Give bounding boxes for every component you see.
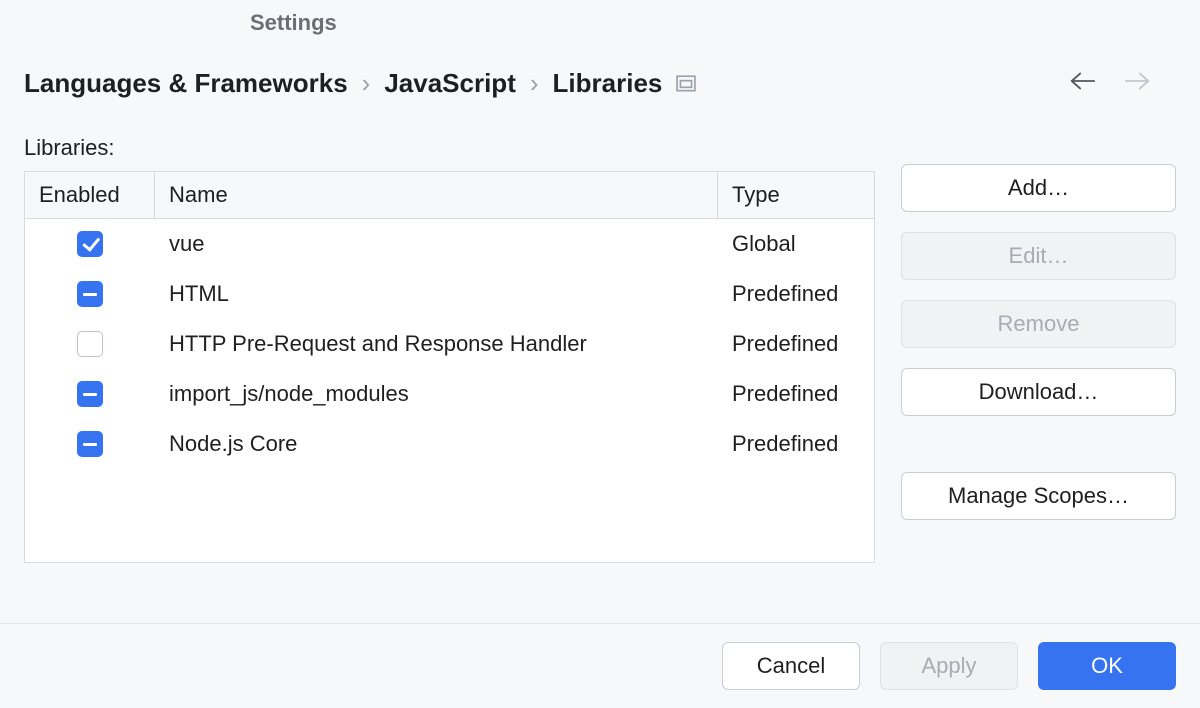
manage-scopes-button[interactable]: Manage Scopes… <box>901 472 1176 520</box>
cell-name: HTML <box>155 271 718 317</box>
download-button[interactable]: Download… <box>901 368 1176 416</box>
col-header-type[interactable]: Type <box>718 172 874 218</box>
breadcrumb-libraries[interactable]: Libraries <box>553 68 663 99</box>
enabled-checkbox[interactable] <box>77 381 103 407</box>
cell-type: Predefined <box>718 321 874 367</box>
breadcrumb-languages-frameworks[interactable]: Languages & Frameworks <box>24 68 348 99</box>
col-header-enabled[interactable]: Enabled <box>25 172 155 218</box>
cell-type: Predefined <box>718 421 874 467</box>
cell-name: Node.js Core <box>155 421 718 467</box>
libraries-table: Enabled Name Type vueGlobalHTMLPredefine… <box>24 171 875 563</box>
nav-back-button[interactable] <box>1068 70 1096 98</box>
nav-forward-button <box>1124 70 1152 98</box>
table-row[interactable]: vueGlobal <box>25 219 874 269</box>
cell-enabled <box>25 221 155 267</box>
cell-name: HTTP Pre-Request and Response Handler <box>155 321 718 367</box>
cell-name: import_js/node_modules <box>155 371 718 417</box>
enabled-checkbox[interactable] <box>77 281 103 307</box>
enabled-checkbox[interactable] <box>77 431 103 457</box>
cell-enabled <box>25 321 155 367</box>
cell-enabled <box>25 271 155 317</box>
breadcrumb-javascript[interactable]: JavaScript <box>384 68 516 99</box>
cell-name: vue <box>155 221 718 267</box>
table-row[interactable]: Node.js CorePredefined <box>25 419 874 469</box>
chevron-right-icon: › <box>528 68 541 99</box>
col-header-name[interactable]: Name <box>155 172 718 218</box>
table-header: Enabled Name Type <box>25 172 874 219</box>
libraries-label: Libraries: <box>24 135 875 161</box>
cell-type: Global <box>718 221 874 267</box>
cell-enabled <box>25 371 155 417</box>
enabled-checkbox[interactable] <box>77 231 103 257</box>
chevron-right-icon: › <box>360 68 373 99</box>
apply-button: Apply <box>880 642 1018 690</box>
breadcrumb-row: Languages & Frameworks › JavaScript › Li… <box>0 36 1200 117</box>
enabled-checkbox[interactable] <box>77 331 103 357</box>
cell-type: Predefined <box>718 271 874 317</box>
table-row[interactable]: HTTP Pre-Request and Response HandlerPre… <box>25 319 874 369</box>
breadcrumb: Languages & Frameworks › JavaScript › Li… <box>24 68 662 99</box>
table-row[interactable]: HTMLPredefined <box>25 269 874 319</box>
current-scheme-icon <box>676 74 696 94</box>
remove-button: Remove <box>901 300 1176 348</box>
cell-enabled <box>25 421 155 467</box>
cancel-button[interactable]: Cancel <box>722 642 860 690</box>
dialog-footer: Cancel Apply OK <box>0 623 1200 708</box>
cell-type: Predefined <box>718 371 874 417</box>
add-button[interactable]: Add… <box>901 164 1176 212</box>
window-title: Settings <box>0 0 1200 36</box>
table-row[interactable]: import_js/node_modulesPredefined <box>25 369 874 419</box>
ok-button[interactable]: OK <box>1038 642 1176 690</box>
edit-button: Edit… <box>901 232 1176 280</box>
